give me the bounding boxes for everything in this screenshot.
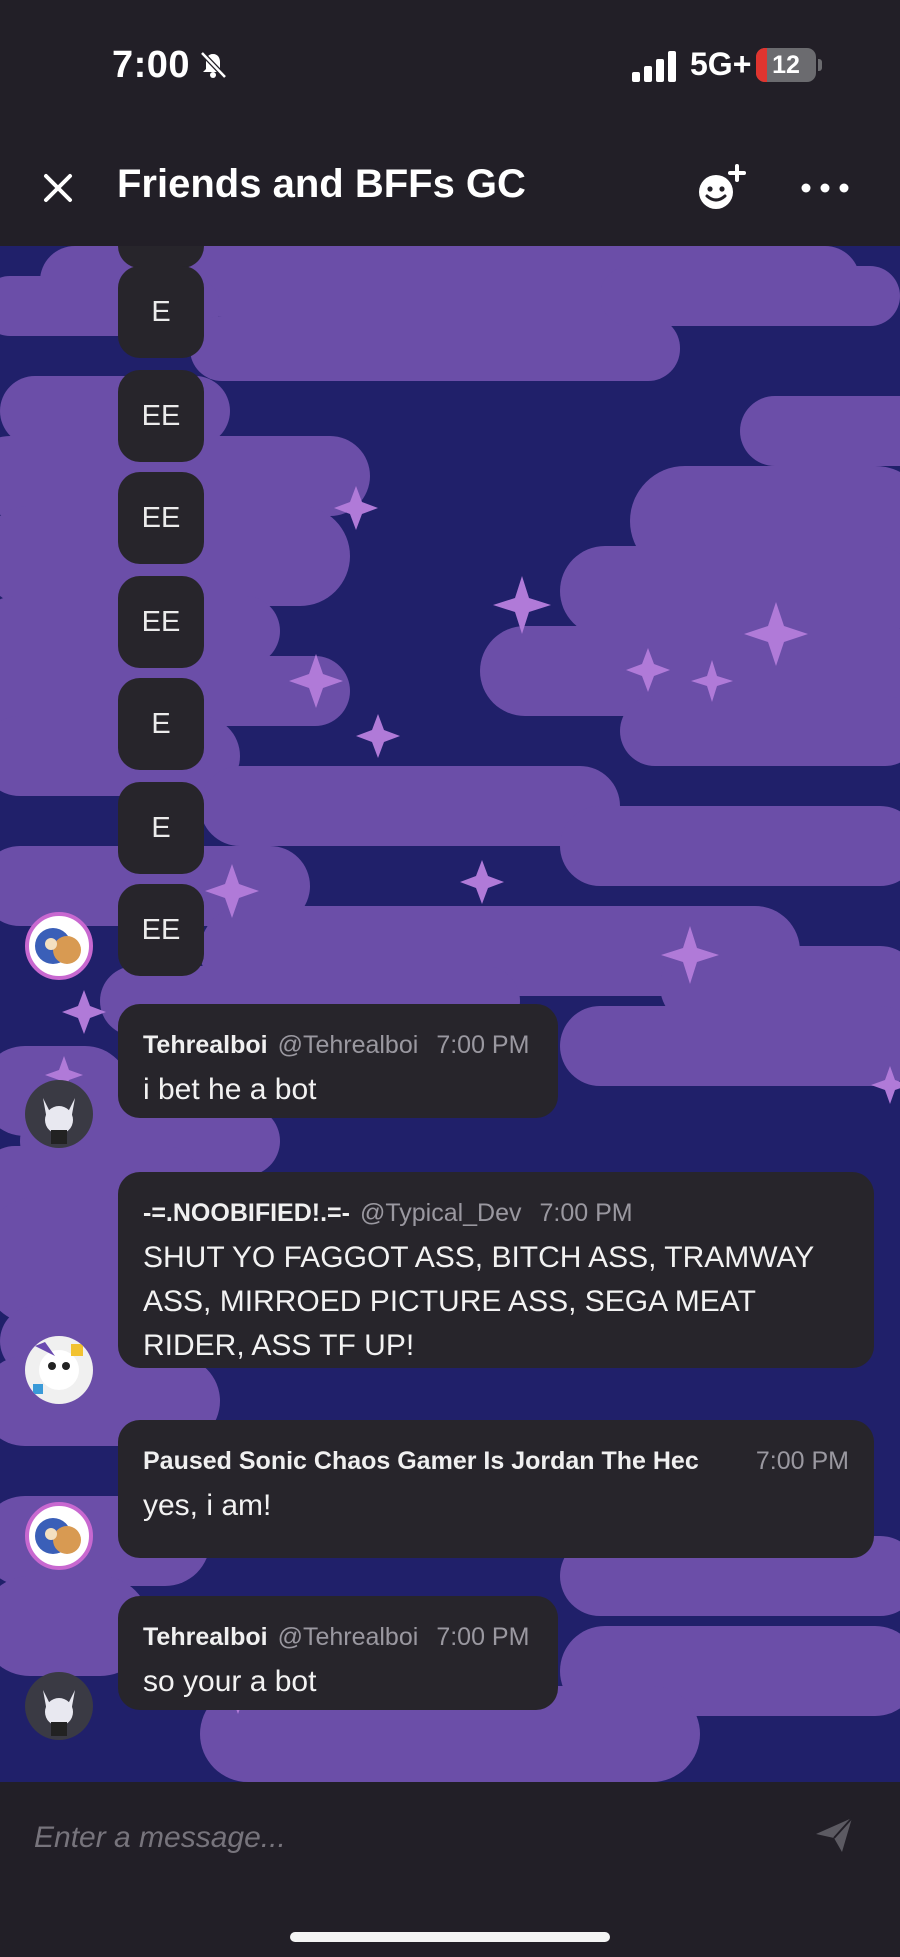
message-header: Paused Sonic Chaos Gamer Is Jordan The H… (143, 1446, 849, 1476)
home-indicator[interactable] (290, 1932, 610, 1942)
avatar-image (43, 1098, 75, 1144)
chat-title: Friends and BFFs GC (117, 162, 526, 206)
avatar-image (33, 1342, 83, 1394)
message-bubble[interactable]: -=.NOOBIFIED!.=- @Typical_Dev 7:00 PM SHUT… (118, 1172, 874, 1368)
message-handle: @Typical_Dev (359, 1199, 522, 1227)
chat-area[interactable]: E EE EE EE E E EE Tehrealboi @Tehrealboi 7… (0, 246, 900, 1782)
message-handle: @Tehrealboi (277, 1031, 419, 1059)
message-bubble[interactable]: Paused Sonic Chaos Gamer Is Jordan The H… (118, 1420, 874, 1558)
more-icon[interactable] (798, 174, 854, 202)
battery-level: 12 (772, 51, 800, 79)
message-bubble-partial[interactable] (118, 246, 204, 268)
message-author[interactable]: -=.NOOBIFIED!.=- (143, 1199, 350, 1227)
battery-icon: 12 (756, 48, 816, 82)
message-header: Tehrealboi @Tehrealboi 7:00 PM (143, 1030, 533, 1060)
send-icon[interactable] (812, 1812, 856, 1856)
message-bubble[interactable]: E (118, 266, 204, 358)
network-type: 5G+ (690, 46, 752, 82)
message-composer (0, 1782, 900, 1957)
message-bubble[interactable]: EE (118, 472, 204, 564)
message-bubble[interactable]: EE (118, 576, 204, 668)
message-bubble[interactable]: Tehrealboi @Tehrealboi 7:00 PM so your a b… (118, 1596, 558, 1710)
add-friend-icon[interactable] (694, 160, 752, 214)
message-text: SHUT YO FAGGOT ASS, BITCH ASS, TRAMWAY A… (143, 1241, 814, 1362)
message-input[interactable] (32, 1812, 796, 1864)
avatar[interactable] (25, 1502, 93, 1570)
avatar-image (43, 1690, 75, 1736)
message-header: Tehrealboi @Tehrealboi 7:00 PM (143, 1622, 533, 1652)
message-author[interactable]: Paused Sonic Chaos Gamer Is Jordan The H… (143, 1447, 699, 1475)
message-handle: @Tehrealboi (277, 1623, 419, 1651)
avatar-image (35, 1518, 81, 1554)
message-time: 7:00 PM (436, 1623, 530, 1651)
avatar[interactable] (25, 1672, 93, 1740)
avatar-image (35, 928, 81, 964)
bell-muted-icon (200, 51, 227, 79)
message-time: 7:00 PM (745, 1446, 849, 1476)
status-time: 7:00 (112, 44, 191, 86)
message-bubble[interactable]: EE (118, 370, 204, 462)
message-bubble[interactable]: E (118, 782, 204, 874)
message-bubble[interactable]: E (118, 678, 204, 770)
battery-tip (818, 59, 822, 71)
avatar[interactable] (25, 912, 93, 980)
message-bubble[interactable]: Tehrealboi @Tehrealboi 7:00 PM i bet he a … (118, 1004, 558, 1118)
status-bar: 7:00 5G+ 12 (0, 0, 900, 130)
message-text: i bet he a bot (143, 1073, 317, 1106)
message-time: 7:00 PM (436, 1031, 530, 1059)
chat-header: Friends and BFFs GC (0, 130, 900, 246)
avatar[interactable] (25, 1336, 93, 1404)
message-author[interactable]: Tehrealboi (143, 1623, 268, 1651)
message-text: so your a bot (143, 1665, 317, 1698)
message-text: yes, i am! (143, 1489, 272, 1522)
avatar[interactable] (25, 1080, 93, 1148)
message-author[interactable]: Tehrealboi (143, 1031, 268, 1059)
close-icon[interactable] (36, 166, 80, 210)
message-header: -=.NOOBIFIED!.=- @Typical_Dev 7:00 PM (143, 1198, 849, 1228)
message-bubble[interactable]: EE (118, 884, 204, 976)
message-time: 7:00 PM (539, 1199, 633, 1227)
signal-icon (632, 51, 676, 82)
